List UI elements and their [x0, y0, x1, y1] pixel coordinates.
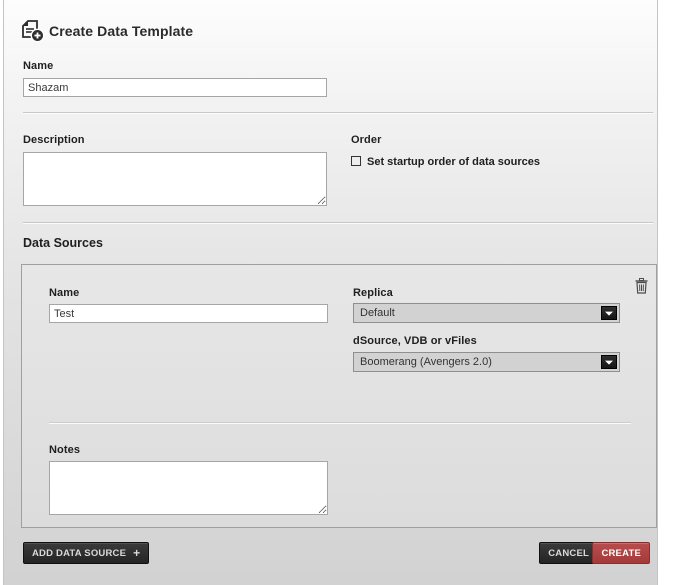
startup-order-checkbox-label: Set startup order of data sources — [367, 156, 540, 168]
dsource-select-arrow-button[interactable] — [601, 355, 617, 369]
notes-label: Notes — [49, 444, 80, 456]
create-data-template-dialog: Create Data Template Name Description Or… — [3, 0, 658, 585]
notes-textarea[interactable] — [49, 461, 328, 515]
description-textarea[interactable] — [23, 152, 327, 206]
document-add-icon — [21, 20, 45, 42]
page-title: Create Data Template — [49, 23, 193, 39]
data-sources-heading: Data Sources — [23, 236, 103, 250]
data-source-card: Name Replica Default dSource, VDB or vFi… — [21, 264, 657, 528]
dsource-select[interactable]: Boomerang (Avengers 2.0) — [353, 352, 620, 372]
delete-data-source-button[interactable] — [635, 278, 648, 294]
replica-select-arrow-button[interactable] — [601, 306, 617, 320]
source-name-input[interactable] — [49, 304, 328, 323]
startup-order-checkbox[interactable] — [351, 156, 361, 166]
create-button-label: CREATE — [601, 548, 641, 559]
add-data-source-button[interactable]: ADD DATA SOURCE + — [23, 542, 149, 564]
replica-select[interactable]: Default — [353, 303, 620, 323]
order-label: Order — [351, 134, 381, 146]
add-data-source-button-label: ADD DATA SOURCE — [32, 548, 126, 559]
description-label: Description — [23, 134, 85, 146]
dsource-label: dSource, VDB or vFiles — [353, 335, 477, 347]
create-data-template-dialog-page: { "dialog": { "title": "Create Data Temp… — [0, 0, 675, 585]
divider — [23, 222, 653, 224]
replica-select-value: Default — [360, 307, 395, 319]
replica-label: Replica — [353, 287, 393, 299]
cancel-button[interactable]: CANCEL — [539, 542, 598, 564]
plus-icon: + — [133, 547, 140, 559]
cancel-button-label: CANCEL — [548, 548, 589, 559]
source-name-label: Name — [49, 287, 79, 299]
divider — [23, 112, 653, 114]
divider — [49, 422, 631, 424]
create-button[interactable]: CREATE — [592, 542, 650, 564]
name-label: Name — [23, 60, 53, 72]
trash-icon — [635, 278, 648, 294]
chevron-down-icon — [605, 312, 613, 316]
dsource-select-value: Boomerang (Avengers 2.0) — [360, 356, 492, 368]
name-input[interactable] — [23, 78, 327, 97]
chevron-down-icon — [605, 361, 613, 365]
